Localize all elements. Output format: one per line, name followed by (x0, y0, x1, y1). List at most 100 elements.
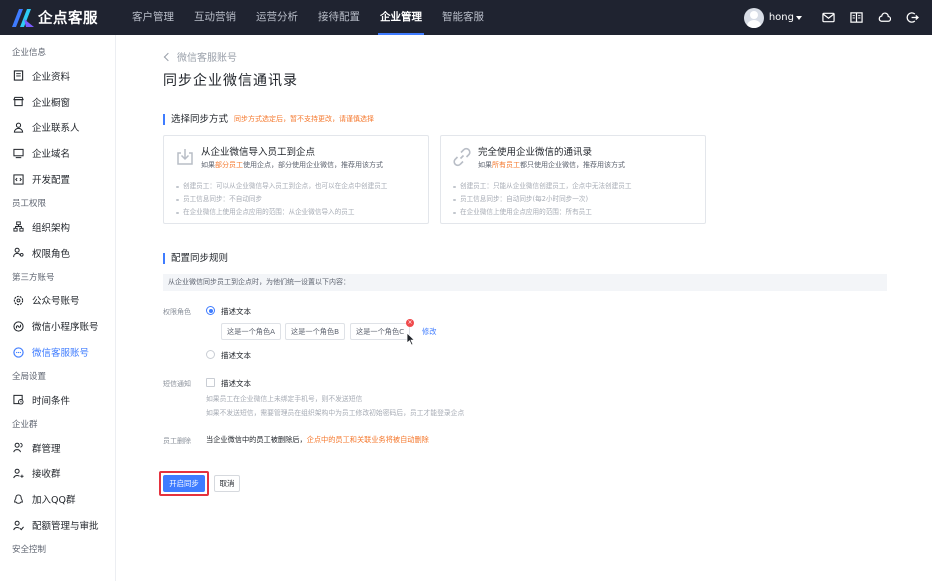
user-menu-caret-icon[interactable] (796, 15, 802, 20)
sidebar-group-title: 安全控制 (12, 544, 47, 555)
start-sync-button[interactable]: 开启同步 (163, 475, 205, 492)
card-desc-highlight: 部分员工 (215, 161, 243, 169)
gear-badge-icon (12, 294, 24, 306)
avatar[interactable] (743, 7, 764, 28)
sidebar-item-roles[interactable]: 权限角色 (0, 240, 115, 266)
permission-option1-text: 描述文本 (221, 307, 251, 316)
sidebar-group-title: 企业群 (12, 419, 38, 430)
permission-option1-radio[interactable] (206, 306, 215, 315)
sms-note: 如果员工在企业微信上未绑定手机号，则不发送短信 (206, 395, 363, 403)
sms-label: 短信通知 (163, 380, 191, 388)
sidebar-item-label: 微信小程序账号 (32, 322, 99, 334)
book-icon[interactable] (842, 0, 870, 35)
sidebar-item-label: 组织架构 (32, 222, 71, 234)
nav-item-marketing[interactable]: 互动营销 (184, 0, 246, 35)
card-desc-highlight: 所有员工 (492, 161, 520, 169)
sidebar-item-official-account[interactable]: 公众号账号 (0, 288, 115, 314)
mouse-cursor-icon (406, 332, 418, 346)
card-desc-suffix: 都只使用企业微信，推荐用该方式 (520, 161, 625, 169)
sidebar-item-label: 开发配置 (32, 175, 71, 187)
sidebar-item-label: 微信客服账号 (32, 348, 90, 360)
sidebar-item-label: 企业橱窗 (32, 97, 71, 109)
sidebar-item-quota[interactable]: 配额管理与审批 (0, 512, 115, 538)
role-tag-b[interactable]: 这是一个角色B (285, 323, 346, 340)
qq-icon (12, 493, 24, 505)
nav-item-reception[interactable]: 接待配置 (308, 0, 370, 35)
nav-item-analytics[interactable]: 运营分析 (246, 0, 308, 35)
card-bullet: 员工信息同步：自动同步(每2小时同步一次) (452, 193, 631, 206)
sidebar-item-receive-group[interactable]: 接收群 (0, 461, 115, 487)
delete-text-highlight: 企点中的员工和关联业务将被自动删除 (306, 435, 429, 444)
permission-option2-text: 描述文本 (221, 351, 251, 360)
card-bullet: 在企业微信上使用企点应用的范围：所有员工 (452, 206, 631, 219)
app-logo[interactable]: 企点客服 (12, 7, 122, 28)
sidebar-item-domain[interactable]: 企业域名 (0, 140, 115, 166)
sidebar-item-wechat-service[interactable]: 微信客服账号 (0, 339, 115, 365)
sidebar-item-label: 公众号账号 (32, 296, 80, 308)
sidebar-item-contacts[interactable]: 企业联系人 (0, 115, 115, 141)
nav-item-smart-service[interactable]: 智能客服 (432, 0, 494, 35)
breadcrumb-label: 微信客服账号 (177, 53, 237, 64)
permission-option2-radio[interactable] (206, 350, 215, 359)
user-check-icon (12, 519, 24, 531)
code-icon (12, 173, 24, 185)
rules-info-bar: 从企业微信同步员工到企点时，为他们统一设置以下内容： (163, 274, 887, 291)
nav-item-enterprise[interactable]: 企业管理 (370, 0, 432, 35)
sidebar-item-label: 群管理 (32, 443, 61, 455)
sidebar-item-showcase[interactable]: 企业橱窗 (0, 89, 115, 115)
section-hint: 同步方式选定后，暂不支持更改，请谨慎选择 (234, 115, 375, 123)
store-icon (12, 96, 24, 108)
role-tag-a[interactable]: 这是一个角色A (221, 323, 282, 340)
sidebar-item-label: 加入QQ群 (32, 495, 76, 507)
cancel-button[interactable]: 取消 (214, 475, 240, 492)
start-sync-highlight: 开启同步 (159, 471, 209, 496)
app-name: 企点客服 (38, 11, 98, 27)
sidebar-item-label: 企业联系人 (32, 123, 80, 135)
chat-bubble-icon (12, 346, 24, 358)
sidebar-item-group-manage[interactable]: 群管理 (0, 435, 115, 461)
card-bullet: 创建员工：只能从企业微信创建员工，企点中无法创建员工 (452, 180, 631, 193)
top-right-tools: hong (743, 0, 926, 35)
download-box-icon (175, 147, 195, 167)
role-tag-c[interactable]: 这是一个角色C (350, 323, 411, 340)
logo-mark-icon (12, 8, 34, 27)
edit-roles-link[interactable]: 修改 (422, 327, 436, 337)
mail-icon[interactable] (814, 0, 842, 35)
card-desc: 如果所有员工都只使用企业微信，推荐用该方式 (478, 160, 625, 170)
sync-option-card-full[interactable]: 完全使用企业微信的通讯录 如果所有员工都只使用企业微信，推荐用该方式 创建员工：… (440, 135, 706, 224)
sidebar-item-time-conditions[interactable]: 时间条件 (0, 387, 115, 413)
sidebar-group-title: 第三方账号 (12, 272, 55, 283)
section-title-sync-method: 选择同步方式 同步方式选定后，暂不支持更改，请谨慎选择 (163, 114, 374, 125)
sidebar-item-join-qq[interactable]: 加入QQ群 (0, 486, 115, 512)
tag-close-icon[interactable]: × (406, 319, 414, 327)
link-icon (452, 147, 472, 167)
main-nav: 客户管理 互动营销 运营分析 接待配置 企业管理 智能客服 (122, 0, 494, 35)
permission-role-label: 权限角色 (163, 308, 191, 316)
sidebar-item-label: 企业域名 (32, 149, 71, 161)
sidebar: 企业信息 企业资料 企业橱窗 企业联系人 企业域名 开发配置 员工权限 组织架构… (0, 35, 116, 581)
username[interactable]: hong (769, 12, 794, 23)
employee-delete-text: 当企业微信中的员工被删除后，企点中的员工和关联业务将被自动删除 (206, 435, 429, 445)
section-title-text: 选择同步方式 (171, 114, 229, 125)
sidebar-item-label: 权限角色 (32, 248, 71, 260)
sidebar-item-label: 配额管理与审批 (32, 521, 99, 533)
card-desc-suffix: 使用企点，部分使用企业微信，推荐用该方式 (243, 161, 383, 169)
breadcrumb[interactable]: 微信客服账号 (163, 49, 237, 64)
card-title: 从企业微信导入员工到企点 (201, 147, 316, 158)
sidebar-item-company-profile[interactable]: 企业资料 (0, 63, 115, 89)
sms-note: 如果不发送短信，需要管理员在组织架构中为员工修改初始密码后，员工才能登录企点 (206, 409, 465, 417)
logout-icon[interactable] (898, 0, 926, 35)
card-desc-prefix: 如果 (478, 161, 492, 169)
nav-item-customer[interactable]: 客户管理 (122, 0, 184, 35)
sync-option-card-import[interactable]: 从企业微信导入员工到企点 如果部分员工使用企点，部分使用企业微信，推荐用该方式 … (163, 135, 429, 224)
sidebar-item-org[interactable]: 组织架构 (0, 214, 115, 240)
sidebar-group-title: 企业信息 (12, 48, 47, 58)
sidebar-item-dev-config[interactable]: 开发配置 (0, 166, 115, 192)
sidebar-item-mini-program[interactable]: 微信小程序账号 (0, 313, 115, 339)
cloud-icon[interactable] (870, 0, 898, 35)
sms-checkbox[interactable] (206, 378, 215, 387)
section-title-rules: 配置同步规则 (163, 253, 228, 264)
group-icon (12, 442, 24, 454)
card-desc-prefix: 如果 (201, 161, 215, 169)
sidebar-item-label: 企业资料 (32, 71, 71, 83)
